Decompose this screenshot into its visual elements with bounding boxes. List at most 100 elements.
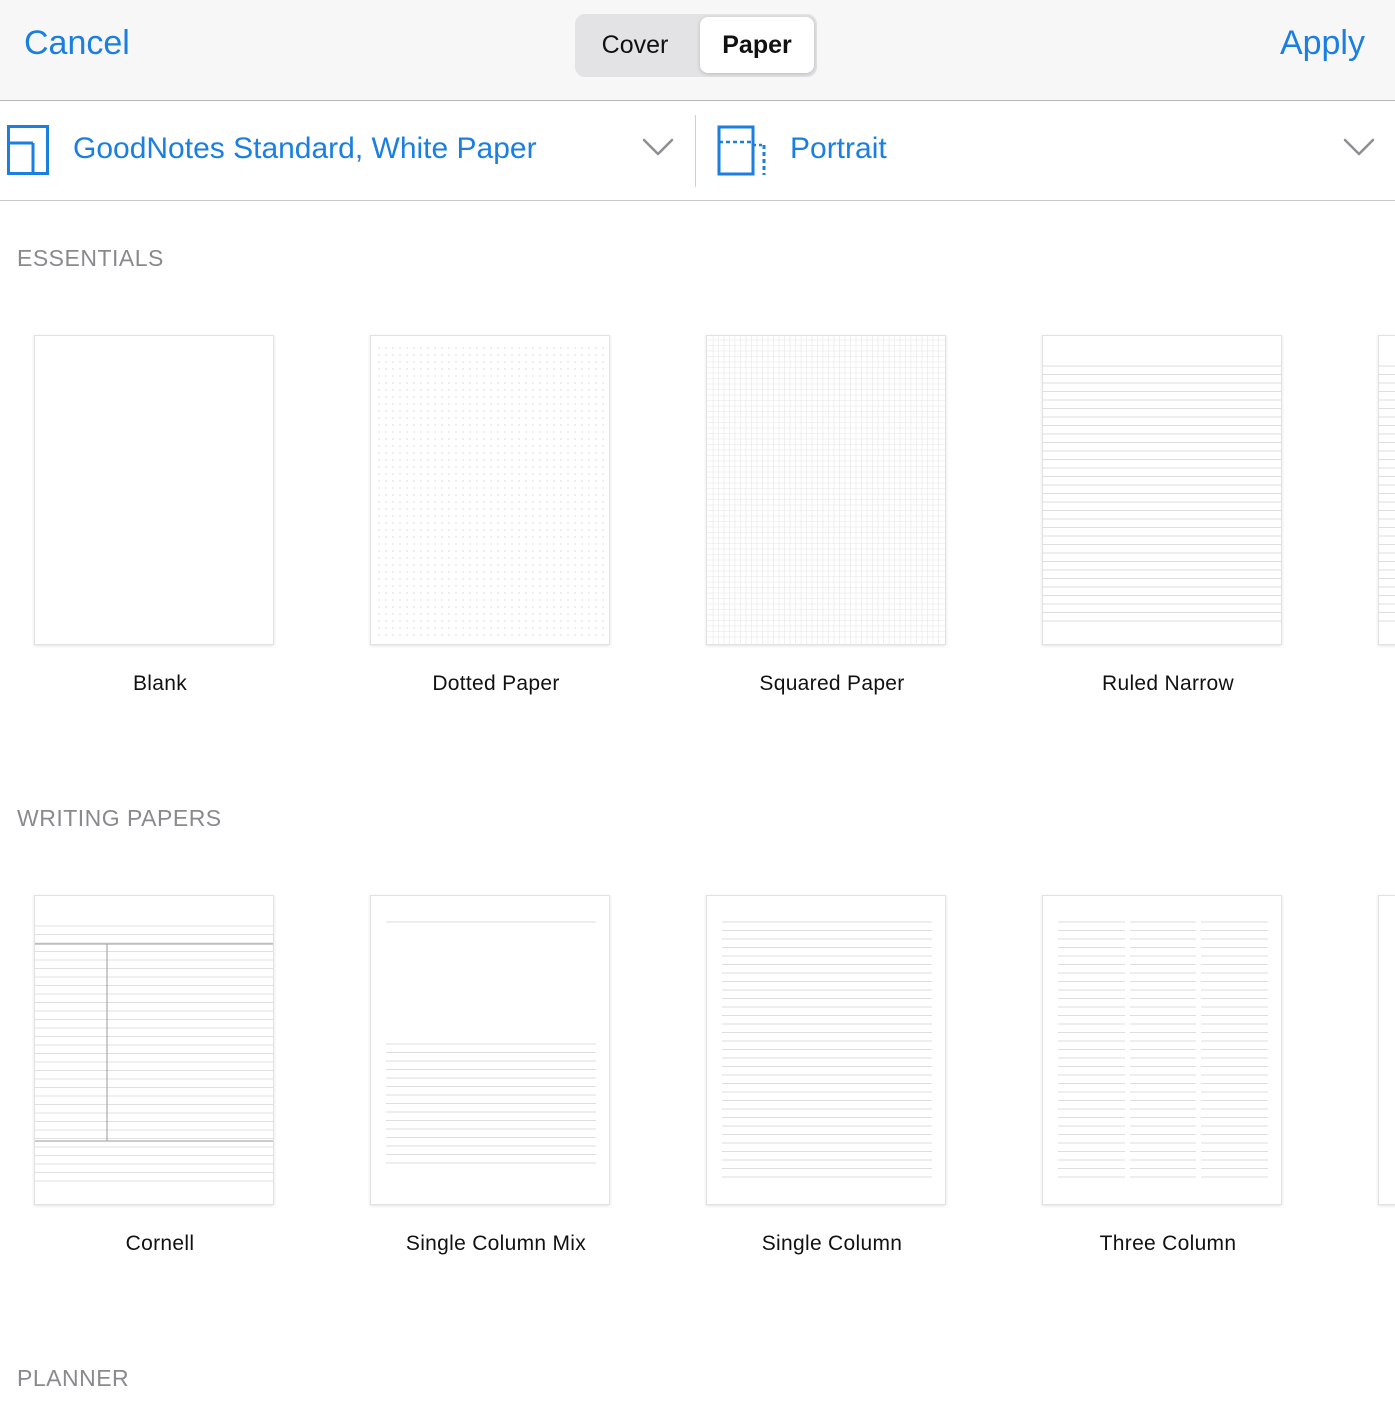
paper-option-label: Dotted Paper	[432, 672, 560, 695]
paper-dot	[525, 396, 527, 398]
paper-dot	[560, 543, 562, 545]
paper-dot	[553, 480, 555, 482]
paper-option-dotted[interactable]	[370, 335, 610, 645]
paper-option-blank[interactable]	[34, 335, 274, 645]
paper-dot	[441, 599, 443, 601]
paper-dot	[574, 459, 576, 461]
paper-dot	[497, 445, 499, 447]
paper-option-single-column[interactable]	[706, 895, 946, 1205]
paper-dot	[385, 487, 387, 489]
paper-dot	[427, 445, 429, 447]
paper-dot	[560, 375, 562, 377]
paper-dot	[434, 620, 436, 622]
paper-dot	[483, 466, 485, 468]
paper-dot	[539, 438, 541, 440]
segment-paper[interactable]: Paper	[700, 17, 814, 73]
next-paper-option-peek[interactable]	[1378, 335, 1395, 645]
paper-dot	[462, 403, 464, 405]
paper-dot	[532, 452, 534, 454]
paper-dot	[595, 459, 597, 461]
paper-dot	[413, 459, 415, 461]
segment-cover[interactable]: Cover	[578, 17, 692, 73]
paper-dot	[476, 361, 478, 363]
paper-dot	[462, 375, 464, 377]
paper-dot	[385, 473, 387, 475]
paper-dot	[574, 361, 576, 363]
paper-dot	[455, 613, 457, 615]
paper-dot	[483, 599, 485, 601]
paper-dot	[553, 410, 555, 412]
paper-dot	[483, 417, 485, 419]
paper-dot	[441, 501, 443, 503]
paper-option-ruled-narrow[interactable]	[1042, 335, 1282, 645]
paper-dot	[406, 389, 408, 391]
paper-option-cornell[interactable]	[34, 895, 274, 1205]
paper-option-single-column-mix[interactable]	[370, 895, 610, 1205]
paper-dot	[504, 445, 506, 447]
paper-dot	[413, 585, 415, 587]
paper-dot	[581, 480, 583, 482]
template-dropdown[interactable]: GoodNotes Standard, White Paper	[0, 101, 694, 201]
paper-dot	[539, 445, 541, 447]
paper-dot	[413, 354, 415, 356]
paper-dot	[546, 382, 548, 384]
paper-dot	[595, 536, 597, 538]
paper-dot	[497, 375, 499, 377]
paper-dot	[441, 403, 443, 405]
paper-dot	[441, 354, 443, 356]
paper-dot	[546, 417, 548, 419]
paper-dot	[497, 487, 499, 489]
paper-dot	[581, 431, 583, 433]
paper-dot	[378, 550, 380, 552]
paper-dot	[483, 529, 485, 531]
paper-dot	[476, 522, 478, 524]
paper-dot	[525, 529, 527, 531]
paper-dot	[399, 410, 401, 412]
paper-dot	[546, 424, 548, 426]
paper-dot	[385, 410, 387, 412]
paper-dot	[441, 515, 443, 517]
paper-dot	[553, 452, 555, 454]
paper-dot	[511, 480, 513, 482]
paper-dot	[490, 613, 492, 615]
paper-dot	[546, 466, 548, 468]
paper-dot	[553, 627, 555, 629]
paper-dot	[434, 494, 436, 496]
paper-dot	[385, 403, 387, 405]
paper-dot	[420, 361, 422, 363]
paper-dot	[378, 347, 380, 349]
paper-dot	[434, 480, 436, 482]
cancel-button[interactable]: Cancel	[24, 24, 130, 63]
paper-dot	[406, 375, 408, 377]
paper-dot	[448, 529, 450, 531]
paper-dot	[385, 536, 387, 538]
paper-option-three-column[interactable]	[1042, 895, 1282, 1205]
paper-dot	[560, 445, 562, 447]
apply-button[interactable]: Apply	[1280, 24, 1365, 63]
paper-dot	[462, 459, 464, 461]
three-column-preview	[1058, 921, 1268, 1178]
next-paper-option-peek[interactable]	[1378, 895, 1395, 1205]
paper-dot	[602, 550, 604, 552]
paper-dot	[553, 382, 555, 384]
paper-dot	[588, 417, 590, 419]
paper-dot	[567, 543, 569, 545]
paper-dot	[511, 599, 513, 601]
paper-dot	[462, 354, 464, 356]
paper-dot	[574, 592, 576, 594]
paper-dot	[378, 585, 380, 587]
paper-dot	[595, 473, 597, 475]
paper-dot	[441, 389, 443, 391]
paper-dot	[602, 445, 604, 447]
paper-dot	[588, 564, 590, 566]
paper-dot	[518, 361, 520, 363]
paper-dot	[427, 375, 429, 377]
orientation-dropdown[interactable]: Portrait	[697, 101, 1395, 201]
paper-dot	[595, 396, 597, 398]
paper-dot	[490, 431, 492, 433]
paper-dot	[490, 389, 492, 391]
paper-option-squared[interactable]	[706, 335, 946, 645]
paper-dot	[427, 396, 429, 398]
paper-dot	[469, 487, 471, 489]
paper-dot	[385, 529, 387, 531]
